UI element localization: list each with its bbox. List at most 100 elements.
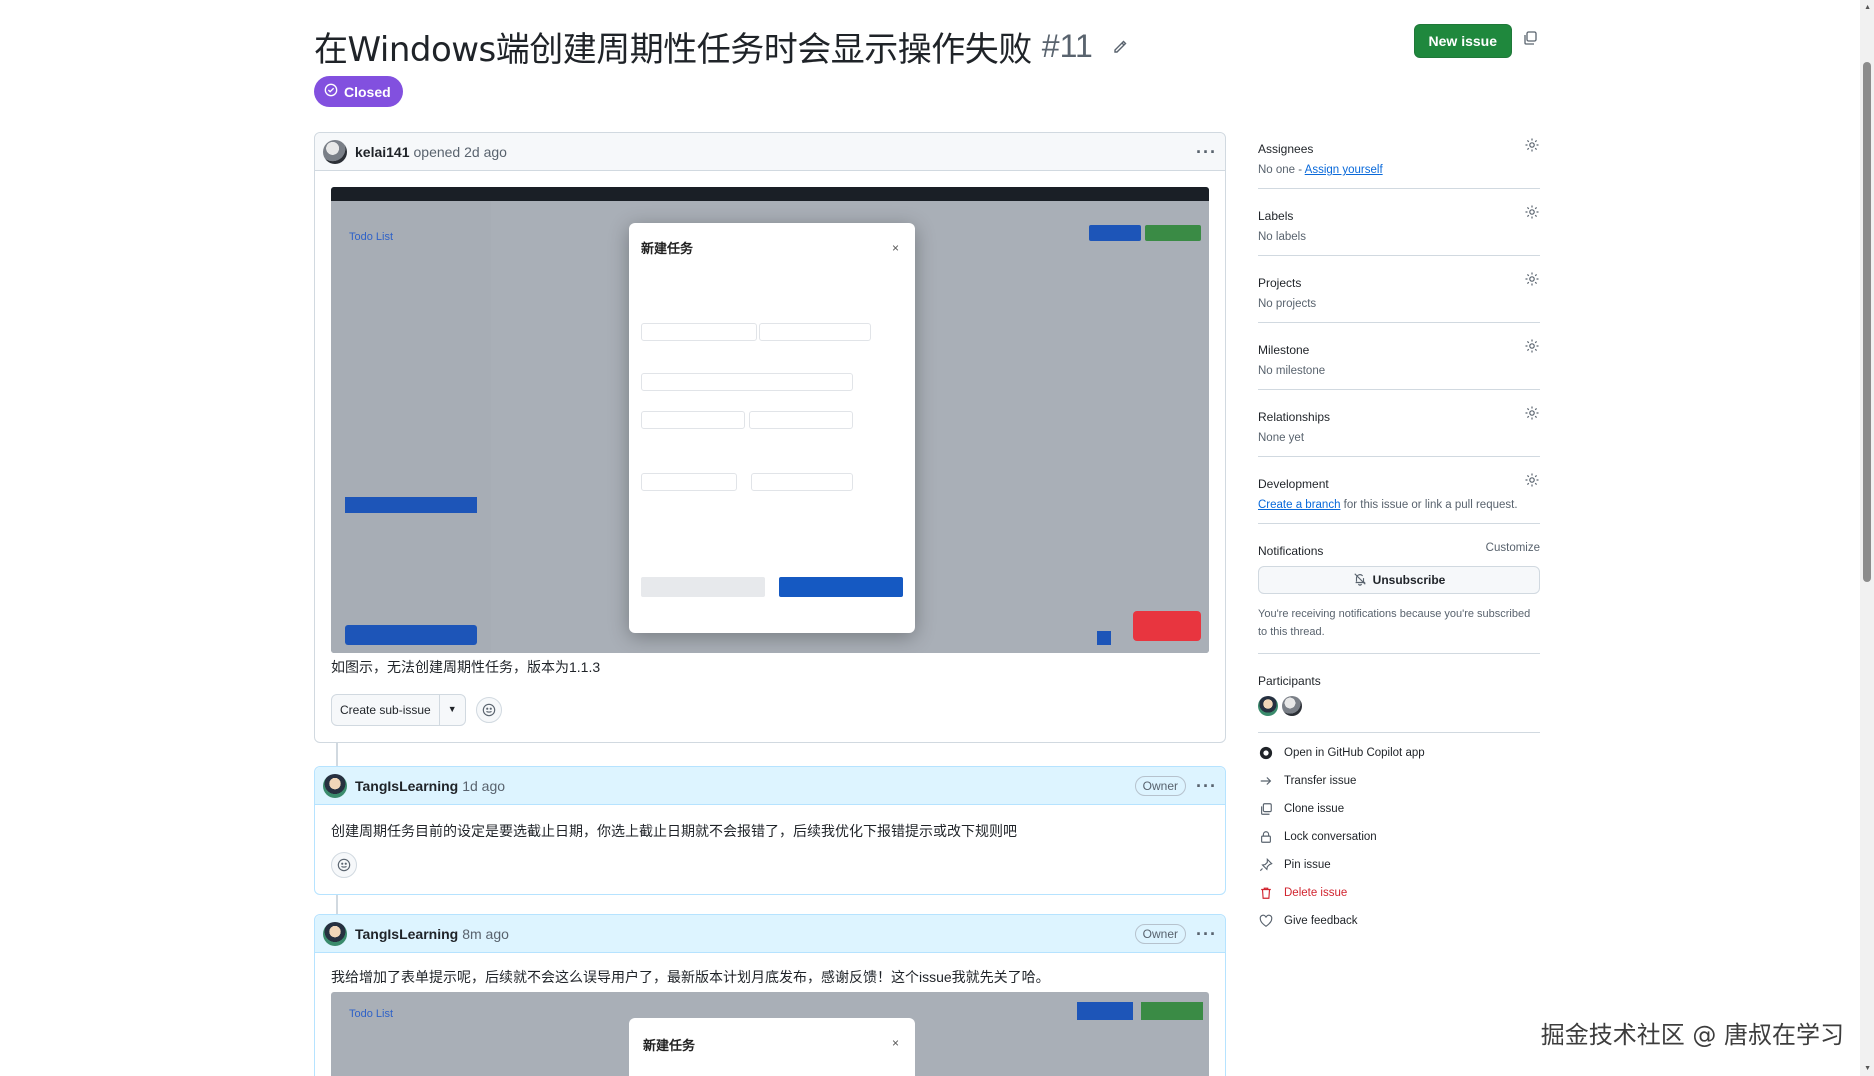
gear-icon[interactable] [1524, 472, 1540, 488]
kebab-menu-icon[interactable]: ··· [1196, 925, 1217, 943]
smiley-icon[interactable] [331, 852, 357, 878]
action-label: Lock conversation [1284, 831, 1377, 844]
relationships-value: None yet [1258, 432, 1305, 444]
screenshot-app-title: Todo List [349, 231, 394, 243]
screenshot-field [749, 411, 853, 429]
screenshot-titlebar [331, 187, 1209, 201]
pencil-icon[interactable] [1109, 36, 1131, 58]
action-label: Delete issue [1284, 887, 1348, 900]
screenshot-export-button [1145, 225, 1201, 241]
comment-author[interactable]: TangIsLearning [355, 778, 458, 794]
attached-screenshot[interactable]: Todo List 新建任务 × [331, 187, 1209, 653]
issue-number: #11 [1041, 28, 1093, 64]
screenshot-add-button [1077, 1002, 1133, 1020]
create-branch-link[interactable]: Create a branch [1258, 499, 1340, 511]
screenshot-sidebar: Todo List [331, 201, 491, 653]
assignees-section: Assignees No one - Assign yourself [1258, 132, 1540, 189]
comment: TangIsLearning 8m ago Owner ··· 我给增加了表单提… [314, 914, 1226, 1076]
participants-section: Participants [1258, 664, 1540, 728]
kebab-menu-icon[interactable]: ··· [1196, 777, 1217, 795]
issue-header: 在Windows端创建周期性任务时会显示操作失败 #11 New issue C… [314, 22, 1540, 112]
action-label: Transfer issue [1284, 775, 1357, 788]
screenshot-add-button [1089, 225, 1141, 241]
action-label: Give feedback [1284, 915, 1358, 928]
issue-title: 在Windows端创建周期性任务时会显示操作失败 [314, 30, 1032, 70]
owner-badge: Owner [1134, 775, 1187, 796]
screenshot-field [641, 473, 737, 491]
comment-author[interactable]: TangIsLearning [355, 926, 458, 942]
copy-icon [1258, 801, 1274, 817]
screenshot-save-button [779, 577, 903, 597]
comment-header: kelai141 opened 2d ago ··· [315, 133, 1225, 171]
issue-body-comment: kelai141 opened 2d ago ··· Todo List 新建任… [314, 132, 1226, 743]
lock-icon [1258, 829, 1274, 845]
labels-section: Labels No labels [1258, 199, 1540, 256]
avatar[interactable] [323, 773, 347, 798]
issue-sidebar: Assignees No one - Assign yourself Label… [1258, 132, 1540, 935]
milestone-value: No milestone [1258, 365, 1326, 377]
scroll-up-icon[interactable]: ▲ [1864, 4, 1871, 11]
create-sub-issue-button[interactable]: Create sub-issue ▼ [331, 694, 466, 726]
screenshot-error-toast [1133, 611, 1201, 641]
check-circle-icon [324, 83, 338, 100]
screenshot-selected-category [345, 497, 477, 513]
issue-actions: Open in GitHub Copilot app Transfer issu… [1258, 732, 1540, 935]
avatar[interactable] [323, 921, 347, 946]
customize-link[interactable]: Customize [1486, 542, 1540, 554]
relationships-section: Relationships None yet [1258, 400, 1540, 457]
projects-heading: Projects [1258, 276, 1302, 290]
pin-issue-action[interactable]: Pin issue [1258, 851, 1540, 879]
screenshot-cancel-button [641, 577, 765, 597]
delete-issue-action[interactable]: Delete issue [1258, 879, 1540, 907]
owner-badge: Owner [1134, 923, 1187, 944]
development-value: for this issue or link a pull request. [1340, 499, 1518, 511]
action-label: Open in GitHub Copilot app [1284, 747, 1425, 760]
screenshot-page-indicator [1097, 631, 1111, 645]
comment-author[interactable]: kelai141 [355, 144, 410, 160]
assign-yourself-link[interactable]: Assign yourself [1305, 164, 1383, 176]
scrollbar-thumb[interactable] [1863, 62, 1871, 582]
participant-avatar[interactable] [1282, 696, 1302, 717]
give-feedback-action[interactable]: Give feedback [1258, 907, 1540, 935]
participant-avatar[interactable] [1258, 696, 1278, 717]
comment-header: TangIsLearning 8m ago Owner ··· [315, 915, 1225, 953]
gear-icon[interactable] [1524, 338, 1540, 354]
screenshot-export-button [1141, 1002, 1203, 1020]
copy-link-icon[interactable] [1522, 30, 1540, 48]
heart-icon [1258, 913, 1274, 929]
screenshot-field [641, 373, 853, 391]
open-in-copilot-action[interactable]: Open in GitHub Copilot app [1258, 739, 1540, 767]
screenshot-modal-title: 新建任务 [643, 1038, 696, 1053]
new-issue-button[interactable]: New issue [1413, 24, 1512, 58]
relationships-heading: Relationships [1258, 410, 1331, 424]
clone-issue-action[interactable]: Clone issue [1258, 795, 1540, 823]
gear-icon[interactable] [1524, 271, 1540, 287]
pin-icon [1258, 857, 1274, 873]
development-section: Development Create a branch for this iss… [1258, 467, 1540, 524]
scroll-down-icon[interactable]: ▼ [1864, 1065, 1871, 1072]
gear-icon[interactable] [1524, 204, 1540, 220]
create-sub-issue-label[interactable]: Create sub-issue [332, 695, 440, 725]
page-scrollbar[interactable]: ▲ ▼ [1860, 0, 1874, 1076]
screenshot-modal: 新建任务 × [629, 1018, 915, 1076]
trash-icon [1258, 885, 1274, 901]
unsubscribe-button[interactable]: Unsubscribe [1258, 566, 1540, 594]
assignees-heading: Assignees [1258, 142, 1314, 156]
comment-meta: 1d ago [462, 777, 506, 794]
avatar[interactable] [323, 139, 347, 164]
screenshot-app-title: Todo List [349, 1008, 394, 1020]
lock-conversation-action[interactable]: Lock conversation [1258, 823, 1540, 851]
gear-icon[interactable] [1524, 405, 1540, 421]
action-label: Clone issue [1284, 803, 1345, 816]
screenshot-field [759, 323, 871, 341]
screenshot-field [641, 323, 757, 341]
smiley-icon[interactable] [475, 697, 502, 723]
gear-icon[interactable] [1524, 137, 1540, 153]
status-label: Closed [344, 83, 391, 100]
chevron-down-icon[interactable]: ▼ [440, 695, 465, 725]
comment-text: 创建周期任务目前的设定是要选截止日期，你选上截止日期就不会报错了，后续我优化下报… [331, 823, 1017, 839]
kebab-menu-icon[interactable]: ··· [1196, 143, 1217, 161]
attached-screenshot[interactable]: Todo List 新建任务 × [331, 992, 1209, 1076]
comment: TangIsLearning 1d ago Owner ··· 创建周期任务目前… [314, 766, 1226, 895]
transfer-issue-action[interactable]: Transfer issue [1258, 767, 1540, 795]
